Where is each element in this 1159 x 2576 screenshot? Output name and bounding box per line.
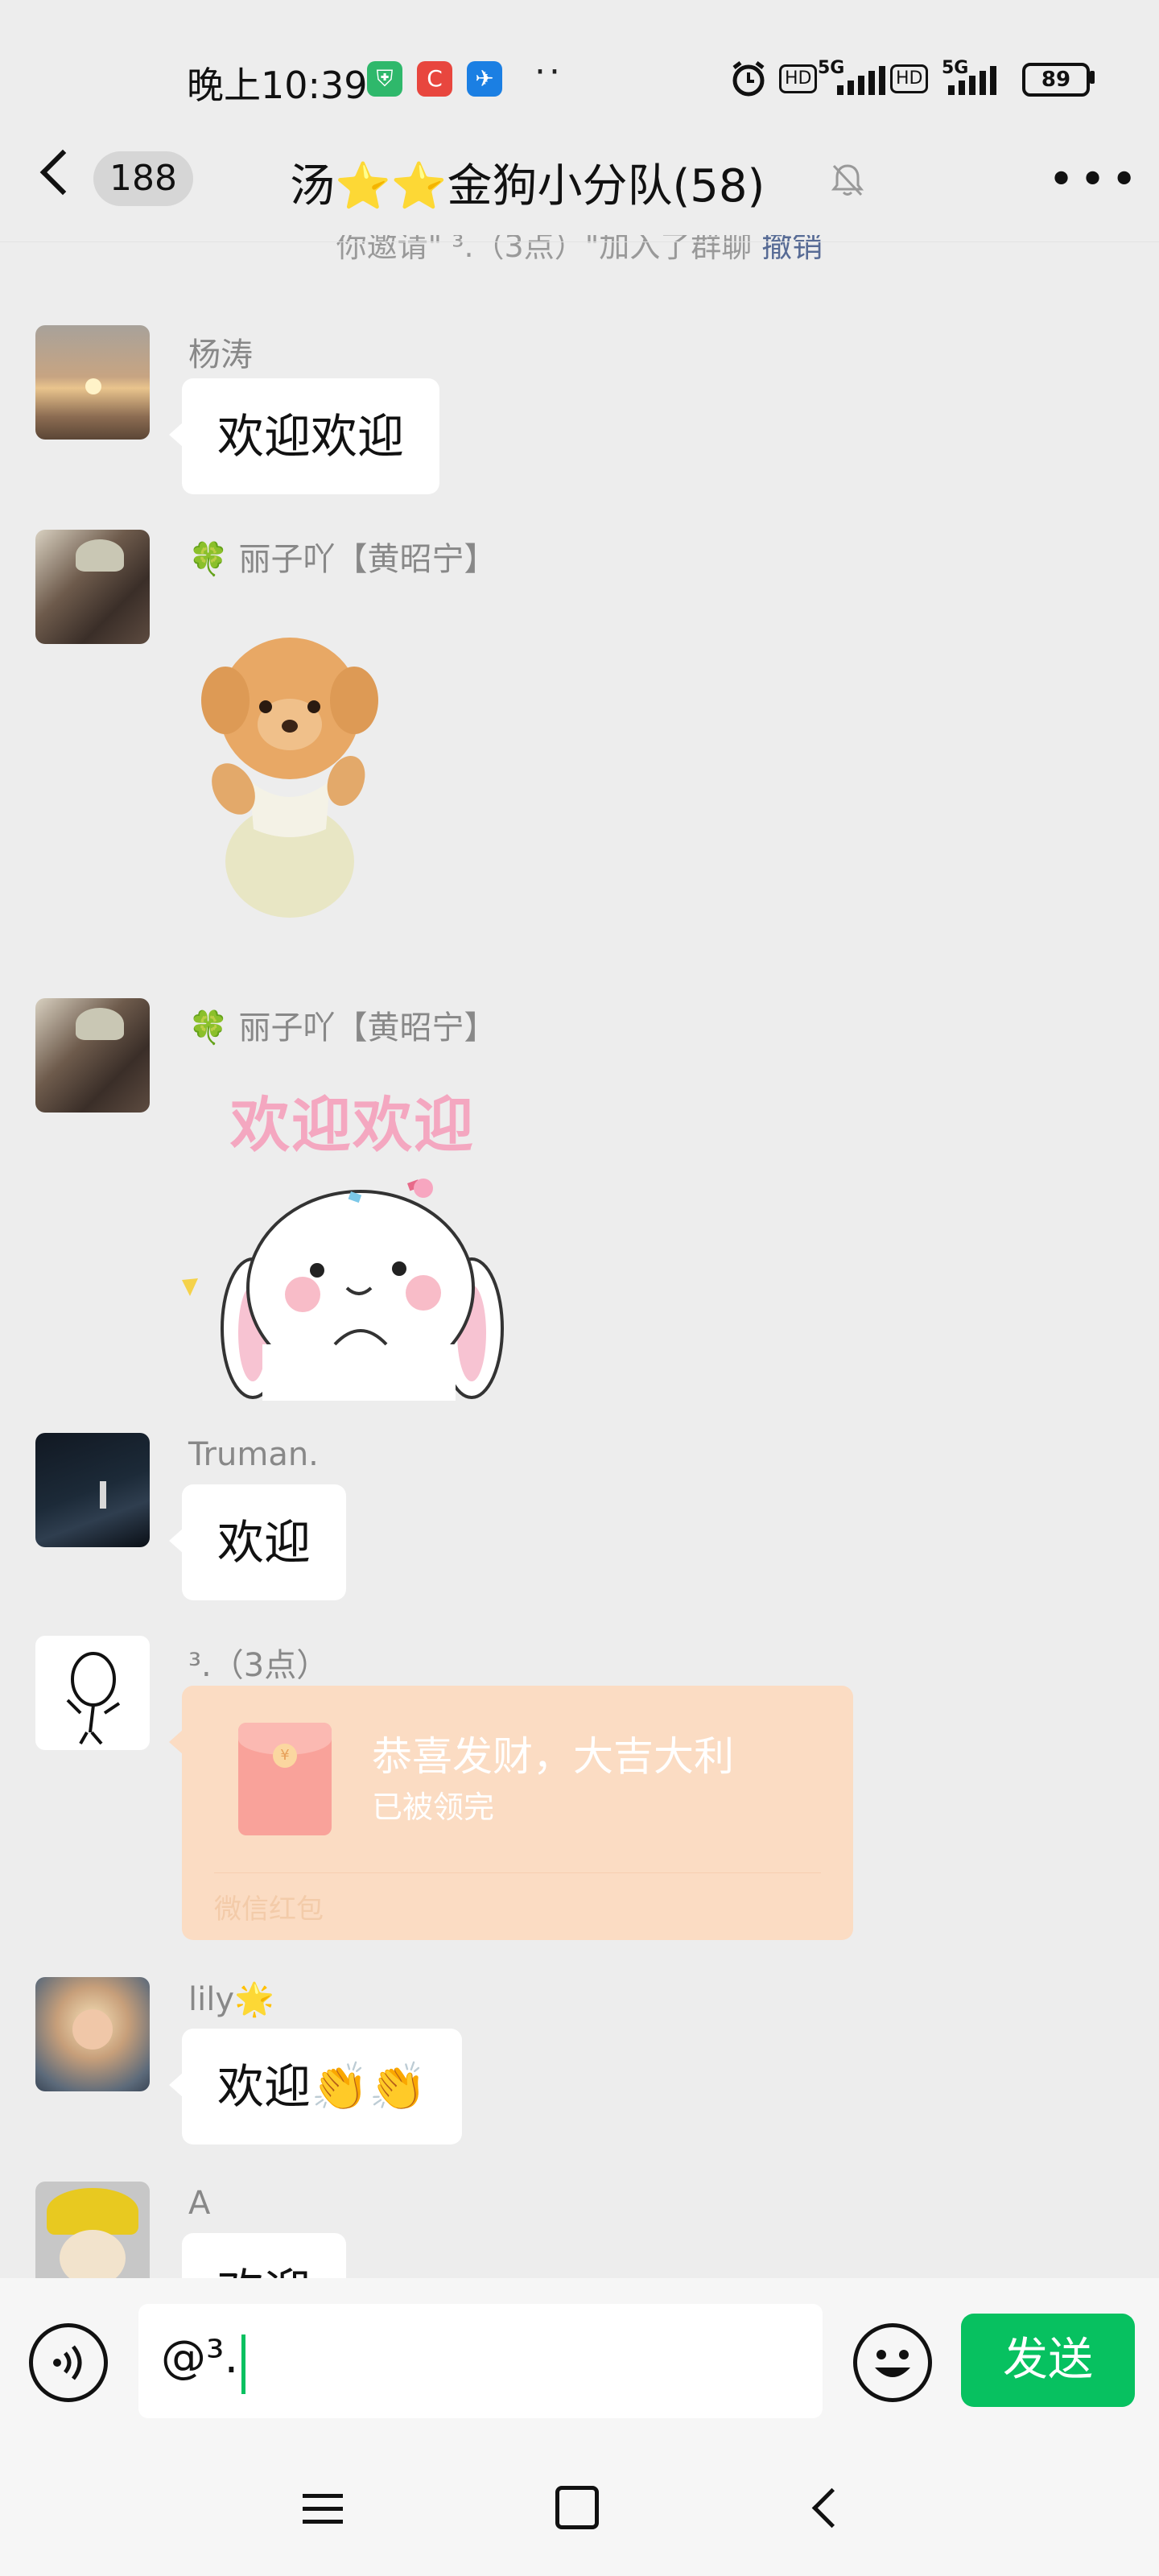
voice-icon <box>53 2345 82 2380</box>
vpn-shield-icon: ⛨ <box>367 61 402 97</box>
avatar[interactable] <box>35 1433 150 1547</box>
sender-name: Truman. <box>188 1436 319 1473</box>
sender-name: 杨涛 <box>188 336 253 374</box>
sender-name: 🍀 丽子吖【黄昭宁】 <box>188 1009 497 1046</box>
message-bubble[interactable]: 欢迎欢迎 <box>168 378 440 494</box>
message-bubble[interactable]: 欢迎 <box>182 2233 347 2278</box>
message-input-value: @³. <box>161 2331 239 2384</box>
status-bar: 晚上10:39 ⛨ C ✈ ·· HD 5G HD 5G 89 <box>0 0 1159 153</box>
alarm-icon <box>732 61 765 97</box>
red-packet-divider <box>214 1872 821 1873</box>
status-time: 晚上10:39 <box>187 64 368 107</box>
emoji-button[interactable] <box>853 2323 932 2402</box>
message-input[interactable]: @³. <box>138 2304 823 2418</box>
send-button[interactable]: 发送 <box>961 2314 1135 2407</box>
system-message: 你邀请" ³.（3点）"加入了群聊 撤销 <box>0 235 1159 267</box>
avatar[interactable] <box>35 1977 150 2091</box>
undo-link[interactable]: 撤销 <box>761 235 823 264</box>
hd-badge-2: HD <box>890 64 929 93</box>
red-packet-status: 已被领完 <box>372 1790 495 1825</box>
avatar[interactable] <box>35 2182 150 2278</box>
nav-menu-icon[interactable] <box>303 2491 343 2526</box>
unread-count-badge[interactable]: 188 <box>93 151 193 206</box>
sender-name: lily🌟 <box>188 1981 274 2018</box>
stick-figure-avatar <box>66 1652 121 1745</box>
avatar[interactable] <box>35 998 150 1113</box>
more-icon[interactable]: ••• <box>1048 158 1142 203</box>
red-packet-card[interactable]: ¥ 恭喜发财，大吉大利 已被领完 微信红包 <box>169 1686 853 1940</box>
plush-dog-sticker[interactable] <box>185 620 394 926</box>
red-packet-title: 恭喜发财，大吉大利 <box>372 1733 734 1780</box>
red-packet-footer: 微信红包 <box>214 1893 324 1926</box>
mute-bell-icon <box>831 164 864 196</box>
red-envelope-icon: ¥ <box>238 1723 332 1835</box>
avatar[interactable] <box>35 1636 150 1750</box>
battery-icon: 89 <box>1022 63 1090 97</box>
sender-name: A <box>188 2185 211 2222</box>
app-bird-icon: ✈ <box>467 61 502 97</box>
sender-name: ³.（3点） <box>188 1647 329 1684</box>
app-c-icon: C <box>417 61 452 97</box>
system-message-text: 你邀请" ³.（3点）"加入了群聊 <box>336 235 753 264</box>
more-dots-icon: ·· <box>534 52 563 93</box>
chat-title[interactable]: 汤⭐️⭐️金狗小分队(58) <box>290 150 765 215</box>
sender-name: 🍀 丽子吖【黄昭宁】 <box>188 541 497 578</box>
message-bubble[interactable]: 欢迎👏👏 <box>168 2029 463 2145</box>
avatar[interactable] <box>35 325 150 440</box>
message-bubble[interactable]: 欢迎 <box>168 1484 347 1600</box>
voice-button[interactable] <box>29 2323 108 2402</box>
emoji-icon <box>875 2350 910 2377</box>
bunny-welcome-sticker[interactable] <box>182 1159 504 1401</box>
avatar[interactable] <box>35 530 150 644</box>
sticker-text: 欢迎欢迎 <box>230 1091 475 1160</box>
signal-icon <box>837 66 889 95</box>
text-caret <box>241 2334 245 2394</box>
hd-badge-1: HD <box>779 64 818 93</box>
signal-icon-2 <box>948 66 1000 95</box>
battery-tip <box>1090 71 1095 84</box>
nav-home-icon[interactable] <box>555 2486 599 2529</box>
